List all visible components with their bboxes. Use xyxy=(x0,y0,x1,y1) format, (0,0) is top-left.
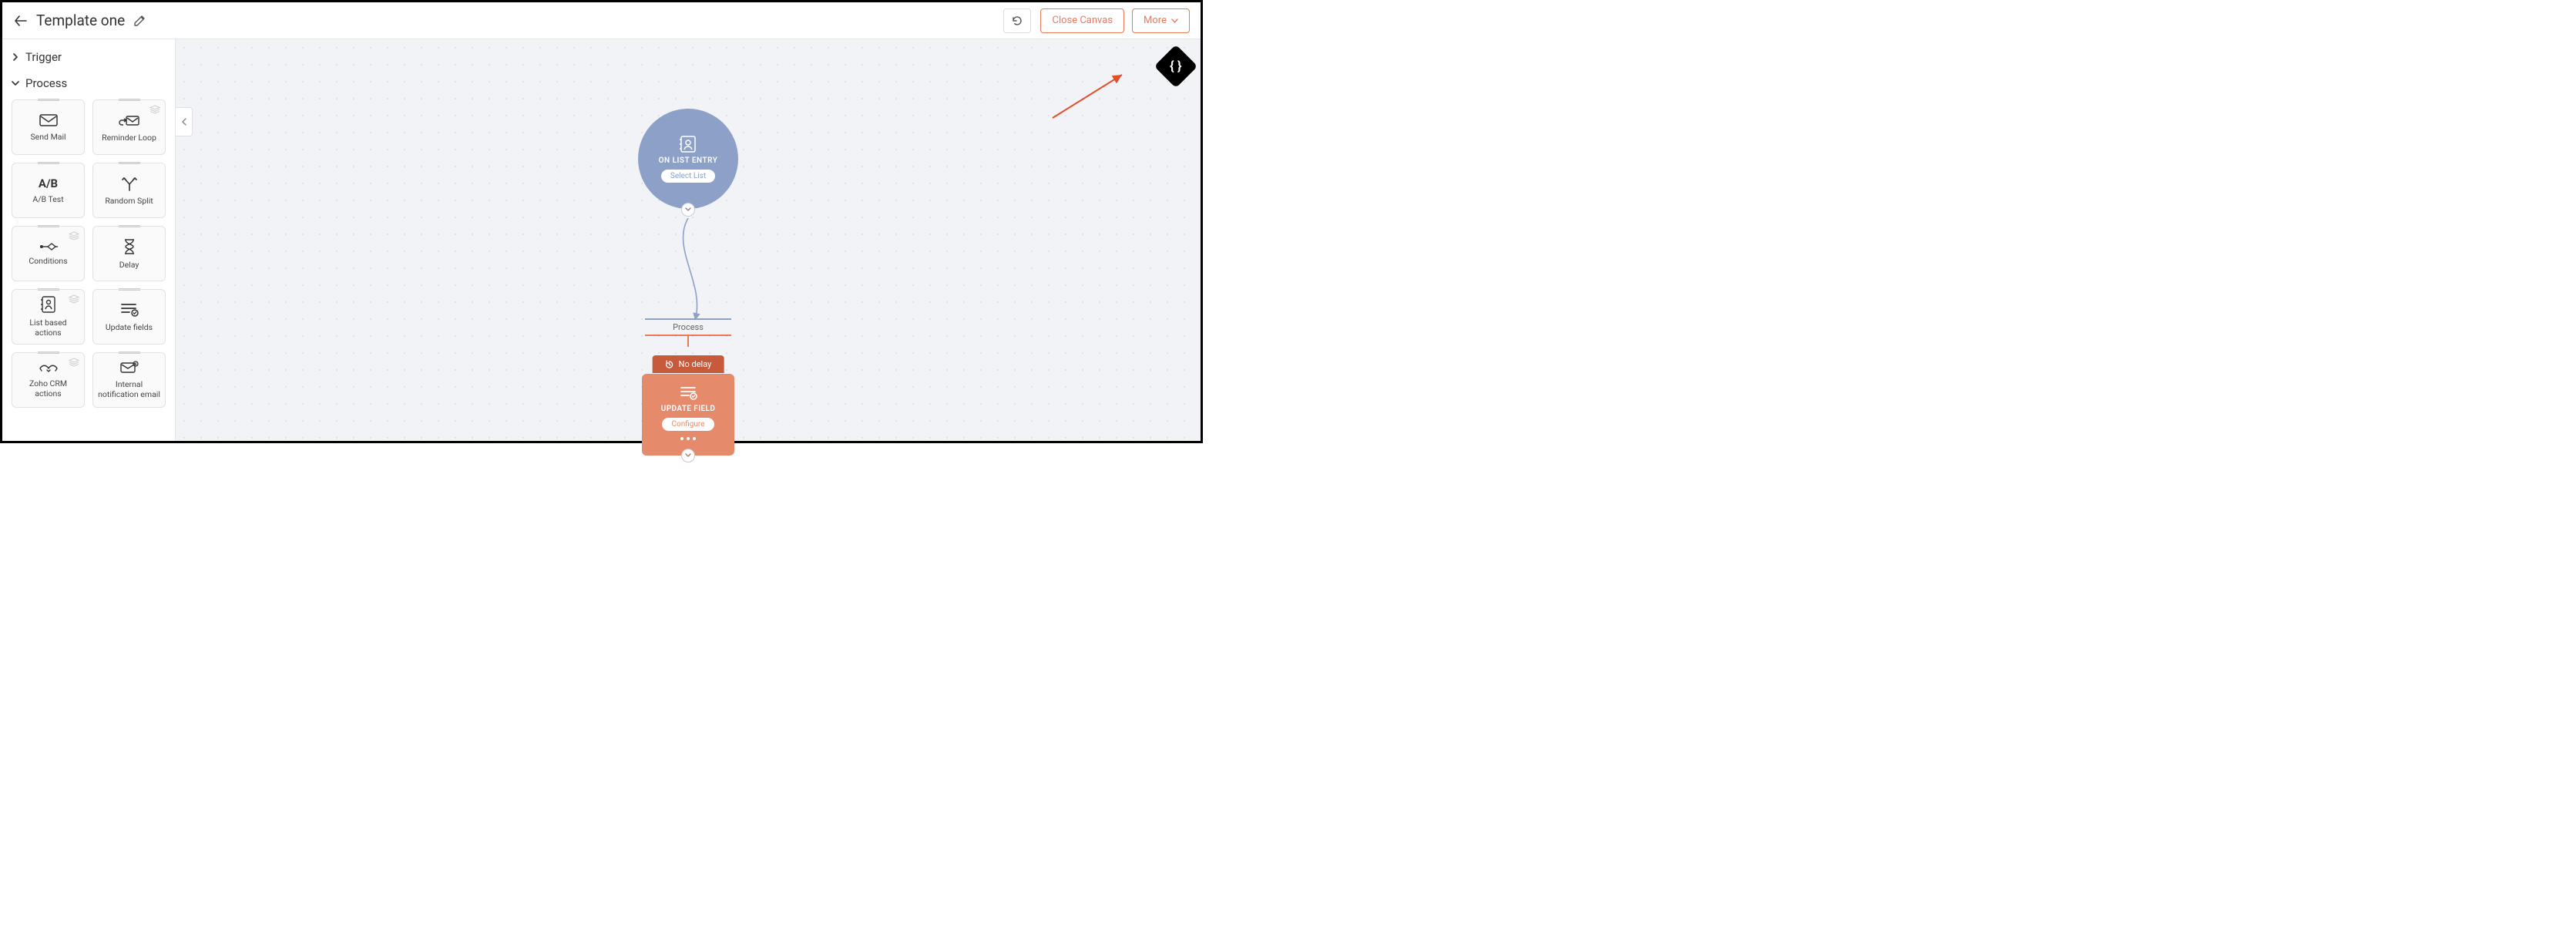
tile-delay[interactable]: Delay xyxy=(92,226,166,281)
tile-mail[interactable]: Send Mail xyxy=(12,99,85,155)
sidebar: Trigger Process Send Mail Reminder Loop A/… xyxy=(2,39,176,441)
tile-label: A/B Test xyxy=(29,195,66,205)
trigger-section-header[interactable]: Trigger xyxy=(10,44,167,70)
action-menu-button[interactable] xyxy=(680,437,696,440)
close-canvas-label: Close Canvas xyxy=(1052,15,1113,26)
tile-label: List based actions xyxy=(12,318,84,338)
process-divider: Process xyxy=(645,318,731,347)
process-section-label: Process xyxy=(25,76,67,90)
refresh-button[interactable] xyxy=(1003,8,1031,33)
tile-label: Reminder Loop xyxy=(99,133,160,143)
action-card[interactable]: UPDATE FIELD Configure xyxy=(642,374,734,456)
caret-down-icon xyxy=(1171,18,1178,23)
tile-update-fields[interactable]: Update fields xyxy=(92,289,166,345)
tile-crm-actions[interactable]: Zoho CRM actions xyxy=(12,352,85,408)
collapse-sidebar-handle[interactable] xyxy=(176,107,193,136)
back-button[interactable] xyxy=(13,13,29,29)
history-icon xyxy=(665,360,674,369)
tile-ab-test[interactable]: A/B A/B Test xyxy=(12,163,85,218)
dev-badge-label: { } xyxy=(1170,59,1181,74)
stack-icon xyxy=(69,294,79,304)
tile-label: Random Split xyxy=(102,197,156,207)
tile-random-split[interactable]: Random Split xyxy=(92,163,166,218)
delay-icon xyxy=(122,237,137,256)
chevron-right-icon xyxy=(12,53,19,61)
update-fields-icon xyxy=(119,301,139,318)
tile-label: Internal notification email xyxy=(93,380,165,399)
configure-button[interactable]: Configure xyxy=(662,418,714,431)
select-list-button[interactable]: Select List xyxy=(661,170,715,183)
close-canvas-button[interactable]: Close Canvas xyxy=(1040,8,1124,33)
dev-badge[interactable]: { } xyxy=(1154,45,1198,89)
trigger-section-label: Trigger xyxy=(25,50,62,64)
chevron-down-icon xyxy=(12,79,19,87)
tile-label: Conditions xyxy=(25,257,70,267)
tile-conditions[interactable]: Conditions xyxy=(12,226,85,281)
annotation-arrow xyxy=(1046,70,1131,124)
list-actions-icon xyxy=(39,295,58,314)
process-label: Process xyxy=(645,320,731,335)
ab-test-icon: A/B xyxy=(39,177,58,190)
mail-icon xyxy=(39,113,59,128)
tile-reminder-loop[interactable]: Reminder Loop xyxy=(92,99,166,155)
tile-label: Delay xyxy=(116,261,143,271)
action-add-button[interactable] xyxy=(681,449,695,462)
stack-icon xyxy=(69,231,79,240)
crm-actions-icon xyxy=(38,361,59,375)
tile-label: Zoho CRM actions xyxy=(12,379,84,399)
internal-email-icon xyxy=(119,360,139,375)
tile-list-actions[interactable]: List based actions xyxy=(12,289,85,345)
page-title: Template one xyxy=(36,12,125,29)
stack-icon xyxy=(69,358,79,367)
delay-chip-label: No delay xyxy=(679,359,712,369)
contact-card-icon xyxy=(678,135,698,153)
trigger-node[interactable]: ON LIST ENTRY Select List xyxy=(638,109,738,209)
more-label: More xyxy=(1144,15,1167,26)
more-button[interactable]: More xyxy=(1132,8,1190,33)
tile-internal-email[interactable]: Internal notification email xyxy=(92,352,166,408)
tile-label: Send Mail xyxy=(27,133,69,143)
edit-title-button[interactable] xyxy=(133,14,146,28)
header: Template one Close Canvas More xyxy=(2,2,1201,39)
trigger-node-title: ON LIST ENTRY xyxy=(659,156,718,165)
tile-label: Update fields xyxy=(102,323,156,333)
action-card-title: UPDATE FIELD xyxy=(661,405,715,413)
connector-line xyxy=(665,209,711,325)
random-split-icon xyxy=(120,175,139,192)
canvas[interactable]: { } ON LIST ENTRY Select List xyxy=(176,39,1201,441)
process-section-header[interactable]: Process xyxy=(10,70,167,96)
update-field-icon xyxy=(678,385,698,402)
reminder-loop-icon xyxy=(118,112,141,129)
conditions-icon xyxy=(38,241,59,252)
delay-chip[interactable]: No delay xyxy=(653,355,724,373)
stack-icon xyxy=(149,105,160,114)
